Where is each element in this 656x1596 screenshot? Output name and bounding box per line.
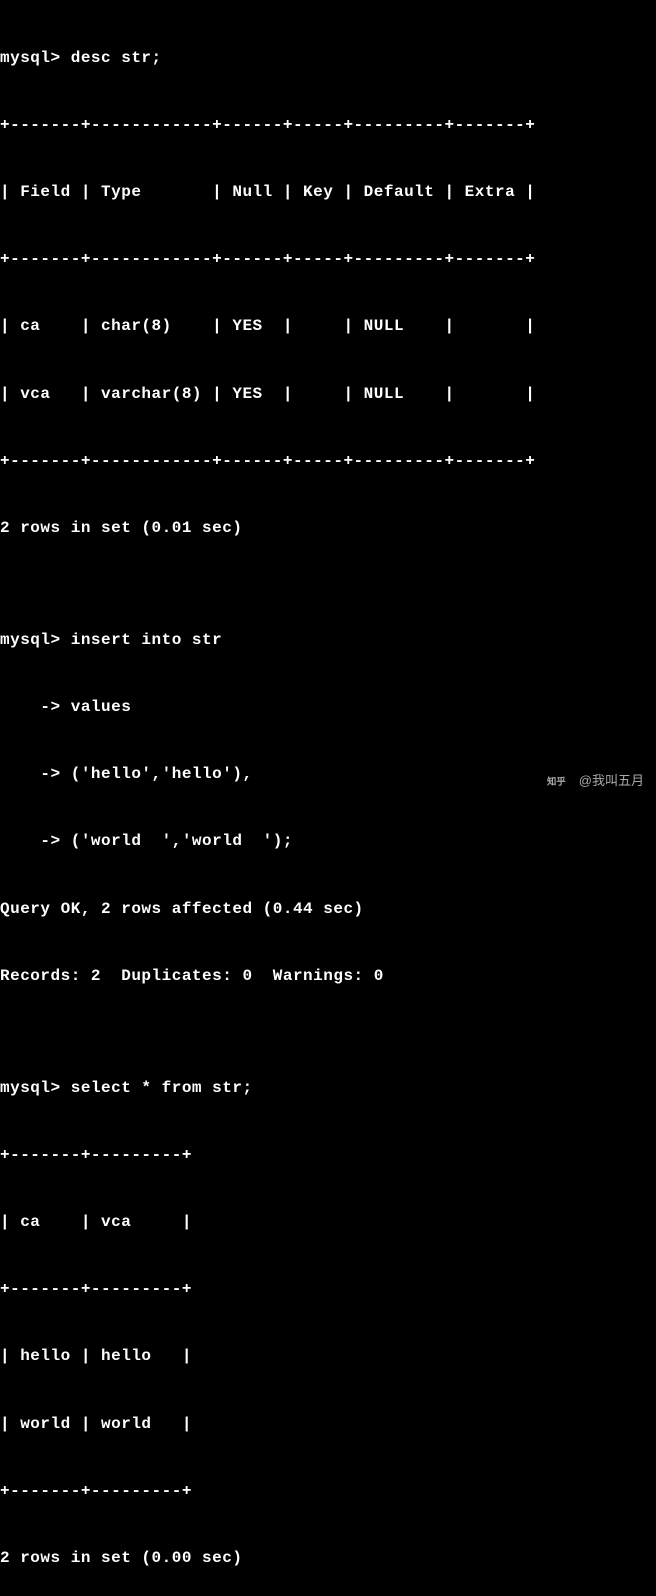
terminal-line: +-------+---------+ [0, 1144, 656, 1166]
zhihu-logo-icon: 知乎 [547, 774, 575, 788]
watermark-text: @我叫五月 [579, 772, 644, 790]
terminal-line: mysql> desc str; [0, 47, 656, 69]
terminal-line: Records: 2 Duplicates: 0 Warnings: 0 [0, 965, 656, 987]
mysql-terminal[interactable]: mysql> desc str; +-------+------------+-… [0, 2, 656, 1596]
terminal-line: 2 rows in set (0.01 sec) [0, 517, 656, 539]
terminal-line: +-------+------------+------+-----+-----… [0, 114, 656, 136]
terminal-line: +-------+---------+ [0, 1480, 656, 1502]
terminal-line: | world | world | [0, 1413, 656, 1435]
zhihu-watermark: 知乎 @我叫五月 [547, 772, 644, 790]
terminal-line: +-------+---------+ [0, 1278, 656, 1300]
terminal-line: | vca | varchar(8) | YES | | NULL | | [0, 383, 656, 405]
terminal-line: Query OK, 2 rows affected (0.44 sec) [0, 898, 656, 920]
terminal-line: +-------+------------+------+-----+-----… [0, 450, 656, 472]
terminal-line: | ca | char(8) | YES | | NULL | | [0, 315, 656, 337]
terminal-line: -> ('world ','world '); [0, 830, 656, 852]
terminal-line: | hello | hello | [0, 1345, 656, 1367]
terminal-line: | ca | vca | [0, 1211, 656, 1233]
terminal-line: mysql> insert into str [0, 629, 656, 651]
svg-text:知乎: 知乎 [547, 775, 566, 786]
terminal-line: mysql> select * from str; [0, 1077, 656, 1099]
terminal-line: 2 rows in set (0.00 sec) [0, 1547, 656, 1569]
terminal-line: | Field | Type | Null | Key | Default | … [0, 181, 656, 203]
terminal-line: +-------+------------+------+-----+-----… [0, 248, 656, 270]
terminal-line: -> values [0, 696, 656, 718]
